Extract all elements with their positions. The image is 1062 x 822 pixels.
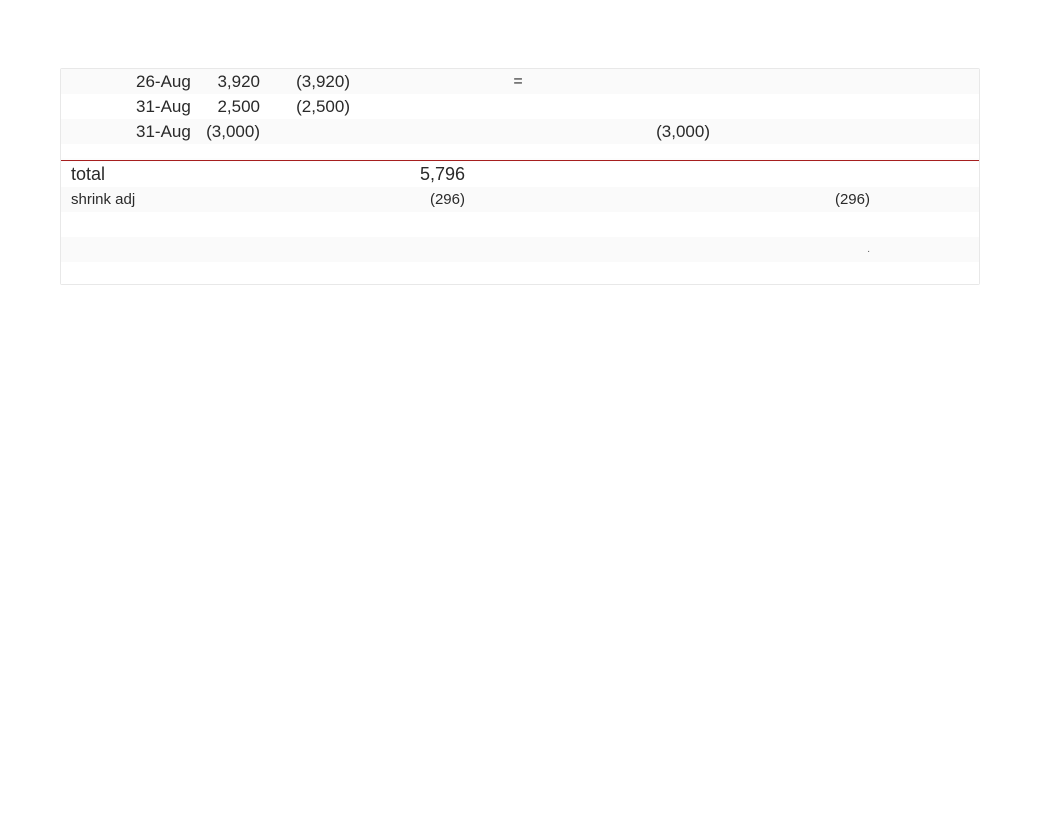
cell-blank <box>876 237 979 262</box>
cell-tail <box>876 187 979 212</box>
cell-amount <box>266 119 356 144</box>
cell-blank <box>771 212 876 237</box>
cell-tail <box>876 94 979 119</box>
cell-label <box>61 119 136 144</box>
cell-blank <box>136 237 196 262</box>
cell-blank <box>471 212 571 237</box>
cell-blank <box>621 237 716 262</box>
cell-spacer <box>61 144 979 158</box>
cell-blank <box>61 237 136 262</box>
cell-spacer <box>716 94 771 119</box>
spreadsheet-region: 26-Aug 3,920 (3,920) = 31-Aug 2,500 (2,5… <box>60 68 980 285</box>
shrink-amount: (296) <box>356 187 471 212</box>
total-label: total <box>61 162 136 187</box>
cell-pad <box>61 262 979 284</box>
cell-blank <box>266 237 356 262</box>
cell-amount <box>266 162 356 187</box>
cell-gap <box>571 187 621 212</box>
cell-label <box>61 94 136 119</box>
cell-spacer <box>716 162 771 187</box>
spacer-row <box>61 144 979 158</box>
data-table: 26-Aug 3,920 (3,920) = 31-Aug 2,500 (2,5… <box>61 69 979 284</box>
cell-far <box>621 69 716 94</box>
cell-blank <box>61 212 136 237</box>
cell-gap <box>571 162 621 187</box>
cell-far <box>621 162 716 187</box>
cell-amount: (3,920) <box>266 69 356 94</box>
cell-amount <box>266 187 356 212</box>
cell-date: 31-Aug <box>136 94 196 119</box>
cell-end <box>771 94 876 119</box>
cell-tail <box>876 162 979 187</box>
table-row: 26-Aug 3,920 (3,920) = <box>61 69 979 94</box>
cell-mid <box>471 187 571 212</box>
total-row: total 5,796 <box>61 162 979 187</box>
shrink-label: shrink adj <box>61 187 136 212</box>
cell-qty: 3,920 <box>196 69 266 94</box>
cell-spacer <box>716 69 771 94</box>
cell-blank <box>571 212 621 237</box>
shrink-row: shrink adj (296) (296) <box>61 187 979 212</box>
shrink-end: (296) <box>771 187 876 212</box>
cell-end <box>771 119 876 144</box>
cell-spacer <box>716 187 771 212</box>
cell-far <box>621 187 716 212</box>
cell-amount2 <box>356 119 471 144</box>
cell-mid <box>471 119 571 144</box>
cell-end <box>771 162 876 187</box>
cell-equals: = <box>471 69 571 94</box>
cell-blank <box>471 237 571 262</box>
cell-blank <box>876 212 979 237</box>
table-row: 31-Aug 2,500 (2,500) <box>61 94 979 119</box>
table-row: 31-Aug (3,000) (3,000) <box>61 119 979 144</box>
cell-date <box>136 162 196 187</box>
cell-blank <box>266 212 356 237</box>
cell-far: (3,000) <box>621 119 716 144</box>
cell-tail <box>876 69 979 94</box>
cell-gap <box>571 119 621 144</box>
cell-end <box>771 69 876 94</box>
cell-blank <box>136 212 196 237</box>
cell-mid <box>471 162 571 187</box>
cell-mid <box>471 94 571 119</box>
cell-tail <box>876 119 979 144</box>
cell-far <box>621 94 716 119</box>
cell-blank <box>716 237 771 262</box>
cell-amount: (2,500) <box>266 94 356 119</box>
cell-gap <box>571 69 621 94</box>
cell-date: 26-Aug <box>136 69 196 94</box>
cell-blank <box>621 212 716 237</box>
cell-spacer <box>716 119 771 144</box>
cell-label <box>61 69 136 94</box>
blank-row <box>61 212 979 237</box>
dot-cell: . <box>771 237 876 262</box>
cell-blank <box>196 212 266 237</box>
cell-qty: 2,500 <box>196 94 266 119</box>
cell-blank <box>196 237 266 262</box>
bottom-pad-row <box>61 262 979 284</box>
cell-gap <box>571 94 621 119</box>
total-value: 5,796 <box>356 162 471 187</box>
cell-qty <box>196 187 266 212</box>
cell-date <box>136 187 196 212</box>
cell-blank <box>356 212 471 237</box>
cell-qty <box>196 162 266 187</box>
cell-blank <box>571 237 621 262</box>
cell-qty: (3,000) <box>196 119 266 144</box>
cell-amount2 <box>356 69 471 94</box>
dot-row: . <box>61 237 979 262</box>
cell-blank <box>716 212 771 237</box>
cell-blank <box>356 237 471 262</box>
cell-amount2 <box>356 94 471 119</box>
cell-date: 31-Aug <box>136 119 196 144</box>
